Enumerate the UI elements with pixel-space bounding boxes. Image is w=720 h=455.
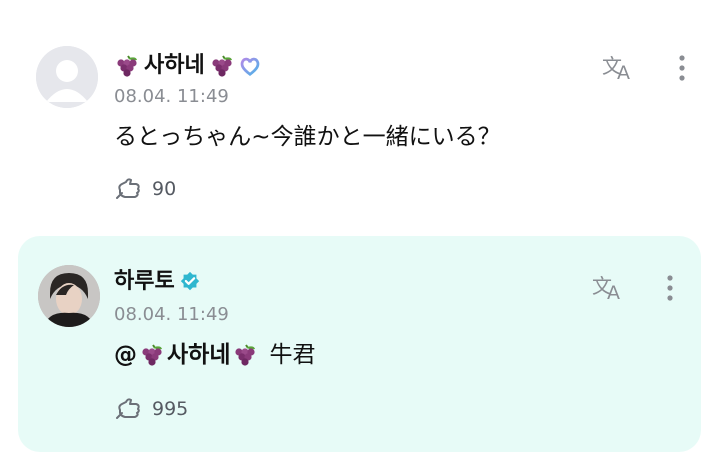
- comment-timestamp: 08.04. 11:49: [114, 304, 229, 325]
- comment-item: 사하네 08.04. 11:49 るとっちゃん~今誰かと一緒にいる？ 90 文 …: [0, 0, 720, 230]
- grape-emoji-icon: [212, 55, 232, 77]
- like-hand-icon: [116, 178, 140, 199]
- comment-body: るとっちゃん~今誰かと一緒にいる？: [114, 124, 501, 150]
- more-options-button[interactable]: [664, 50, 700, 86]
- comment-author[interactable]: 사하네: [114, 52, 261, 80]
- more-options-button[interactable]: [652, 270, 688, 306]
- translate-icon: 文 A: [592, 274, 620, 303]
- grape-emoji-icon: [117, 55, 137, 77]
- comment-body: 牛君: [269, 342, 316, 368]
- user-mention[interactable]: @ 사하네: [114, 340, 258, 370]
- like-button[interactable]: 90: [114, 176, 176, 202]
- grape-emoji-icon: [235, 344, 256, 366]
- comment-text: るとっちゃん~今誰かと一緒にいる？: [114, 122, 501, 152]
- like-button[interactable]: 995: [114, 396, 188, 422]
- vertical-dots-icon: [667, 275, 673, 301]
- svg-text:A: A: [607, 282, 620, 303]
- author-name: 사하네: [144, 53, 205, 78]
- heart-badge-icon: [240, 57, 260, 76]
- highlighted-comment-item: 하루토 08.04. 11:49 @ 사하네 牛君 995 文 A: [18, 236, 701, 452]
- verified-badge-icon: [180, 271, 199, 291]
- translate-icon: 文 A: [602, 54, 630, 83]
- vertical-dots-icon: [679, 55, 685, 81]
- grape-emoji-icon: [142, 344, 162, 366]
- comment-timestamp: 08.04. 11:49: [114, 86, 229, 107]
- translate-button[interactable]: 文 A: [600, 50, 636, 86]
- mention-at: @: [114, 342, 137, 368]
- like-count: 995: [152, 398, 189, 420]
- translate-button[interactable]: 文 A: [590, 270, 626, 306]
- like-count: 90: [152, 178, 177, 200]
- comment-author[interactable]: 하루토: [114, 268, 201, 296]
- default-avatar[interactable]: [36, 46, 98, 108]
- mention-name: 사하네: [167, 342, 231, 368]
- comment-text: @ 사하네 牛君: [114, 340, 315, 370]
- like-hand-icon: [116, 398, 140, 419]
- profile-avatar[interactable]: [38, 265, 100, 327]
- svg-text:A: A: [617, 62, 630, 83]
- author-name: 하루토: [114, 269, 175, 294]
